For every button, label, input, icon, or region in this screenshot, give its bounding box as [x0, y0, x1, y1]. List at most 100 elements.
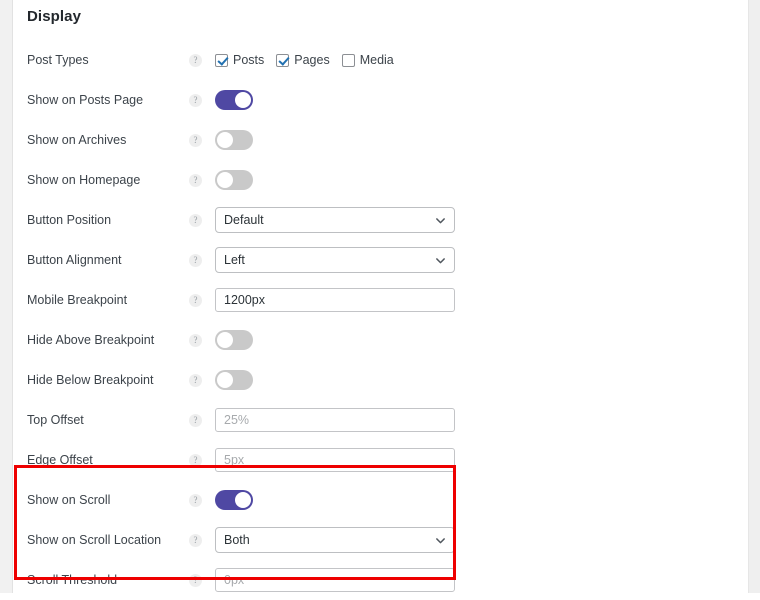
- settings-row-show-on-scroll: Show on Scroll?: [14, 480, 748, 520]
- select-button-position[interactable]: Default: [215, 207, 455, 233]
- input-placeholder-edge-offset: 5px: [224, 453, 245, 467]
- settings-row-show-on-posts-page: Show on Posts Page?: [14, 80, 748, 120]
- settings-page: Display Post Types? Posts Pages Media Show o…: [0, 0, 760, 593]
- select-value-button-alignment: Left: [224, 253, 245, 267]
- help-icon[interactable]: ?: [189, 173, 202, 187]
- right-scrollbar-rail[interactable]: [748, 0, 760, 593]
- row-label-button-alignment: Button Alignment: [27, 253, 122, 267]
- row-control-edge-offset: 5px: [215, 448, 748, 472]
- row-label-show-on-archives: Show on Archives: [27, 133, 127, 147]
- checkbox-label-media: Media: [359, 53, 394, 67]
- help-icon[interactable]: ?: [189, 93, 202, 107]
- toggle-hide-below-breakpoint[interactable]: [215, 370, 253, 390]
- checkbox-item-posts[interactable]: Posts: [215, 53, 264, 67]
- toggle-knob: [217, 332, 233, 348]
- chevron-down-icon: [436, 537, 445, 543]
- settings-row-edge-offset: Edge Offset? 5px: [14, 440, 748, 480]
- toggle-knob: [235, 492, 251, 508]
- settings-row-show-on-archives: Show on Archives?: [14, 120, 748, 160]
- input-scroll-threshold[interactable]: 0px: [215, 568, 455, 592]
- row-control-button-alignment: Left: [215, 247, 748, 273]
- toggle-show-on-homepage[interactable]: [215, 170, 253, 190]
- toggle-show-on-scroll[interactable]: [215, 490, 253, 510]
- row-control-show-on-archives: [215, 130, 748, 150]
- settings-row-scroll-threshold: Scroll Threshold? 0px: [14, 560, 748, 600]
- row-control-show-on-homepage: [215, 170, 748, 190]
- help-icon[interactable]: ?: [189, 53, 202, 67]
- toggle-knob: [217, 172, 233, 188]
- row-label-post-types: Post Types: [27, 53, 89, 67]
- input-placeholder-top-offset: 25%: [224, 413, 250, 427]
- row-label-top-offset: Top Offset: [27, 413, 84, 427]
- help-icon[interactable]: ?: [189, 453, 202, 467]
- row-label-hide-above-breakpoint: Hide Above Breakpoint: [27, 333, 155, 347]
- select-button-alignment[interactable]: Left: [215, 247, 455, 273]
- help-icon[interactable]: ?: [189, 533, 202, 547]
- checkbox-posts[interactable]: [215, 53, 228, 67]
- settings-row-show-on-scroll-location: Show on Scroll Location? Both: [14, 520, 748, 560]
- input-mobile-breakpoint[interactable]: 1200px: [215, 288, 455, 312]
- left-gutter-rail: [0, 0, 13, 593]
- input-edge-offset[interactable]: 5px: [215, 448, 455, 472]
- help-icon[interactable]: ?: [189, 413, 202, 427]
- select-value-button-position: Default: [224, 213, 264, 227]
- row-control-show-on-scroll: [215, 490, 748, 510]
- toggle-knob: [235, 92, 251, 108]
- help-icon[interactable]: ?: [189, 373, 202, 387]
- checkbox-item-media[interactable]: Media: [341, 53, 394, 67]
- row-label-show-on-scroll: Show on Scroll: [27, 493, 111, 507]
- settings-row-hide-above-breakpoint: Hide Above Breakpoint?: [14, 320, 748, 360]
- toggle-show-on-archives[interactable]: [215, 130, 253, 150]
- checkbox-pages[interactable]: [276, 53, 290, 67]
- row-control-scroll-threshold: 0px: [215, 568, 748, 592]
- help-icon[interactable]: ?: [189, 293, 202, 307]
- checkbox-label-pages: Pages: [294, 53, 330, 67]
- row-label-mobile-breakpoint: Mobile Breakpoint: [27, 293, 128, 307]
- settings-row-list: Post Types? Posts Pages Media Show on Posts …: [14, 40, 748, 600]
- chevron-down-icon: [436, 217, 445, 223]
- row-control-hide-above-breakpoint: [215, 330, 748, 350]
- row-label-scroll-threshold: Scroll Threshold: [27, 573, 118, 587]
- row-control-top-offset: 25%: [215, 408, 748, 432]
- page-title: Display: [27, 8, 82, 25]
- checkbox-label-posts: Posts: [233, 53, 265, 67]
- input-placeholder-scroll-threshold: 0px: [224, 573, 245, 587]
- help-icon[interactable]: ?: [189, 133, 202, 147]
- row-control-hide-below-breakpoint: [215, 370, 748, 390]
- help-icon[interactable]: ?: [189, 253, 202, 267]
- settings-row-show-on-homepage: Show on Homepage?: [14, 160, 748, 200]
- row-label-show-on-scroll-location: Show on Scroll Location: [27, 533, 162, 547]
- input-top-offset[interactable]: 25%: [215, 408, 455, 432]
- checkbox-media[interactable]: [341, 53, 355, 67]
- checkbox-item-pages[interactable]: Pages: [276, 53, 330, 67]
- help-icon[interactable]: ?: [189, 333, 202, 347]
- settings-row-mobile-breakpoint: Mobile Breakpoint? 1200px: [14, 280, 748, 320]
- toggle-knob: [217, 372, 233, 388]
- row-label-show-on-homepage: Show on Homepage: [27, 173, 141, 187]
- checkbox-group-post-types: Posts Pages Media: [215, 53, 394, 67]
- help-icon[interactable]: ?: [189, 493, 202, 507]
- select-value-show-on-scroll-location: Both: [224, 533, 250, 547]
- row-label-show-on-posts-page: Show on Posts Page: [27, 93, 144, 107]
- settings-row-button-alignment: Button Alignment? Left: [14, 240, 748, 280]
- toggle-show-on-posts-page[interactable]: [215, 90, 253, 110]
- row-control-button-position: Default: [215, 207, 748, 233]
- chevron-down-icon: [436, 257, 445, 263]
- help-icon[interactable]: ?: [189, 213, 202, 227]
- display-settings-panel: Display Post Types? Posts Pages Media Show o…: [14, 0, 748, 593]
- input-value-mobile-breakpoint: 1200px: [224, 293, 266, 307]
- settings-row-top-offset: Top Offset? 25%: [14, 400, 748, 440]
- settings-row-post-types: Post Types? Posts Pages Media: [14, 40, 748, 80]
- row-control-show-on-scroll-location: Both: [215, 527, 748, 553]
- row-label-button-position: Button Position: [27, 213, 112, 227]
- toggle-hide-above-breakpoint[interactable]: [215, 330, 253, 350]
- row-label-edge-offset: Edge Offset: [27, 453, 93, 467]
- toggle-knob: [217, 132, 233, 148]
- row-control-mobile-breakpoint: 1200px: [215, 288, 748, 312]
- row-control-show-on-posts-page: [215, 90, 748, 110]
- settings-row-hide-below-breakpoint: Hide Below Breakpoint?: [14, 360, 748, 400]
- help-icon[interactable]: ?: [189, 573, 202, 587]
- select-show-on-scroll-location[interactable]: Both: [215, 527, 455, 553]
- settings-row-button-position: Button Position? Default: [14, 200, 748, 240]
- row-control-post-types: Posts Pages Media: [215, 53, 748, 67]
